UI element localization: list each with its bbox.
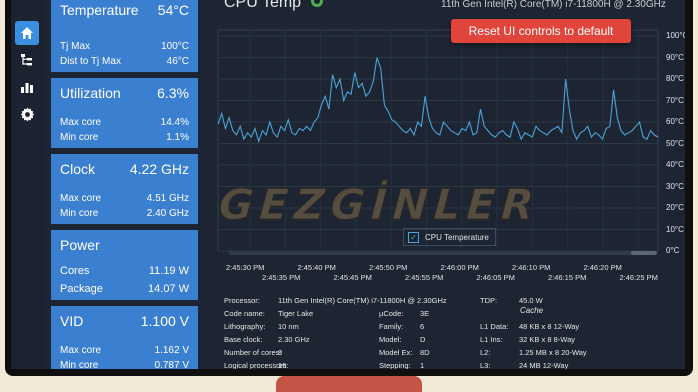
info-value: 3E (420, 309, 430, 318)
info-value: 1.25 MB x 8 20-Way (519, 348, 587, 357)
chart-scrollbar[interactable] (229, 251, 657, 255)
info-value: 1 (420, 361, 425, 369)
info-value: 24 MB 12-Way (519, 361, 569, 369)
info-label: Number of cores: (224, 348, 282, 357)
y-tick-label: 70°C (666, 95, 684, 105)
x-tick-label: 2:46:15 PM (548, 273, 587, 282)
cache-header: Cache (520, 306, 544, 315)
series-line-cpu-temperature (217, 57, 659, 144)
y-tick-label: 80°C (666, 74, 684, 83)
x-tick-label: 2:46:20 PM (583, 263, 622, 272)
watermark-logo: GEZGİNLER (217, 180, 542, 230)
info-label: TDP: (480, 296, 498, 305)
info-label: Family: (379, 322, 404, 331)
info-label: Model: (379, 335, 402, 344)
info-value: 2.30 GHz (278, 335, 310, 344)
info-label: Code name: (224, 309, 265, 318)
info-label: Model Ex: (379, 348, 413, 357)
reset-tooltip: Reset UI controls to default (451, 19, 631, 43)
y-tick-label: 0°C (666, 246, 680, 255)
y-tick-label: 10°C (666, 224, 684, 234)
info-label: Base clock: (224, 335, 263, 344)
chart-legend[interactable]: ✓ CPU Temperature (403, 228, 496, 246)
info-label: L3: (480, 361, 491, 369)
info-label: Processor: (224, 296, 260, 305)
y-tick-label: 60°C (666, 117, 684, 126)
x-tick-label: 2:45:50 PM (369, 263, 408, 272)
x-tick-label: 2:46:25 PM (619, 273, 658, 282)
legend-label: CPU Temperature (425, 232, 489, 242)
info-value: 11th Gen Intel(R) Core(TM) i7-11800H @ 2… (278, 296, 447, 305)
info-label: L1 Data: (480, 322, 509, 331)
x-tick-label: 2:46:10 PM (512, 263, 551, 272)
x-tick-label: 2:45:40 PM (297, 263, 336, 272)
info-value: 45.0 W (519, 296, 543, 305)
info-value: 10 nm (278, 322, 299, 331)
y-tick-label: 20°C (666, 203, 684, 212)
monitor-stand (276, 376, 422, 392)
y-tick-label: 30°C (666, 181, 684, 191)
x-tick-label: 2:46:00 PM (440, 263, 479, 272)
x-tick-label: 2:45:30 PM (226, 263, 265, 272)
y-tick-label: 90°C (666, 52, 684, 62)
info-label: µCode: (379, 309, 404, 318)
info-label: Lithography: (224, 322, 266, 331)
info-value: 48 KB x 8 12-Way (519, 322, 580, 331)
info-label: L2: (480, 348, 491, 357)
scroll-handle[interactable] (631, 251, 657, 255)
app-window: Temperature 54°C Tj Max 100°C Dist to Tj… (11, 0, 685, 369)
y-tick-label: 40°C (666, 160, 684, 169)
info-value: D (420, 335, 426, 344)
info-value: 32 KB x 8 8-Way (519, 335, 575, 344)
info-label: Stepping: (379, 361, 411, 369)
y-tick-label: 50°C (666, 138, 684, 148)
info-value: 16 (278, 361, 287, 369)
x-tick-label: 2:46:05 PM (476, 273, 515, 282)
info-label: L1 Ins: (480, 335, 503, 344)
x-tick-label: 2:45:55 PM (405, 273, 444, 282)
info-value: 8D (420, 348, 430, 357)
info-value: 6 (420, 322, 425, 331)
legend-checkbox[interactable]: ✓ (408, 231, 419, 243)
info-value: Tiger Lake (278, 309, 314, 318)
x-tick-label: 2:45:45 PM (333, 273, 372, 282)
y-tick-label: 100°C (666, 31, 685, 40)
info-value: 8 (278, 348, 283, 357)
x-tick-label: 2:45:35 PM (262, 273, 301, 282)
